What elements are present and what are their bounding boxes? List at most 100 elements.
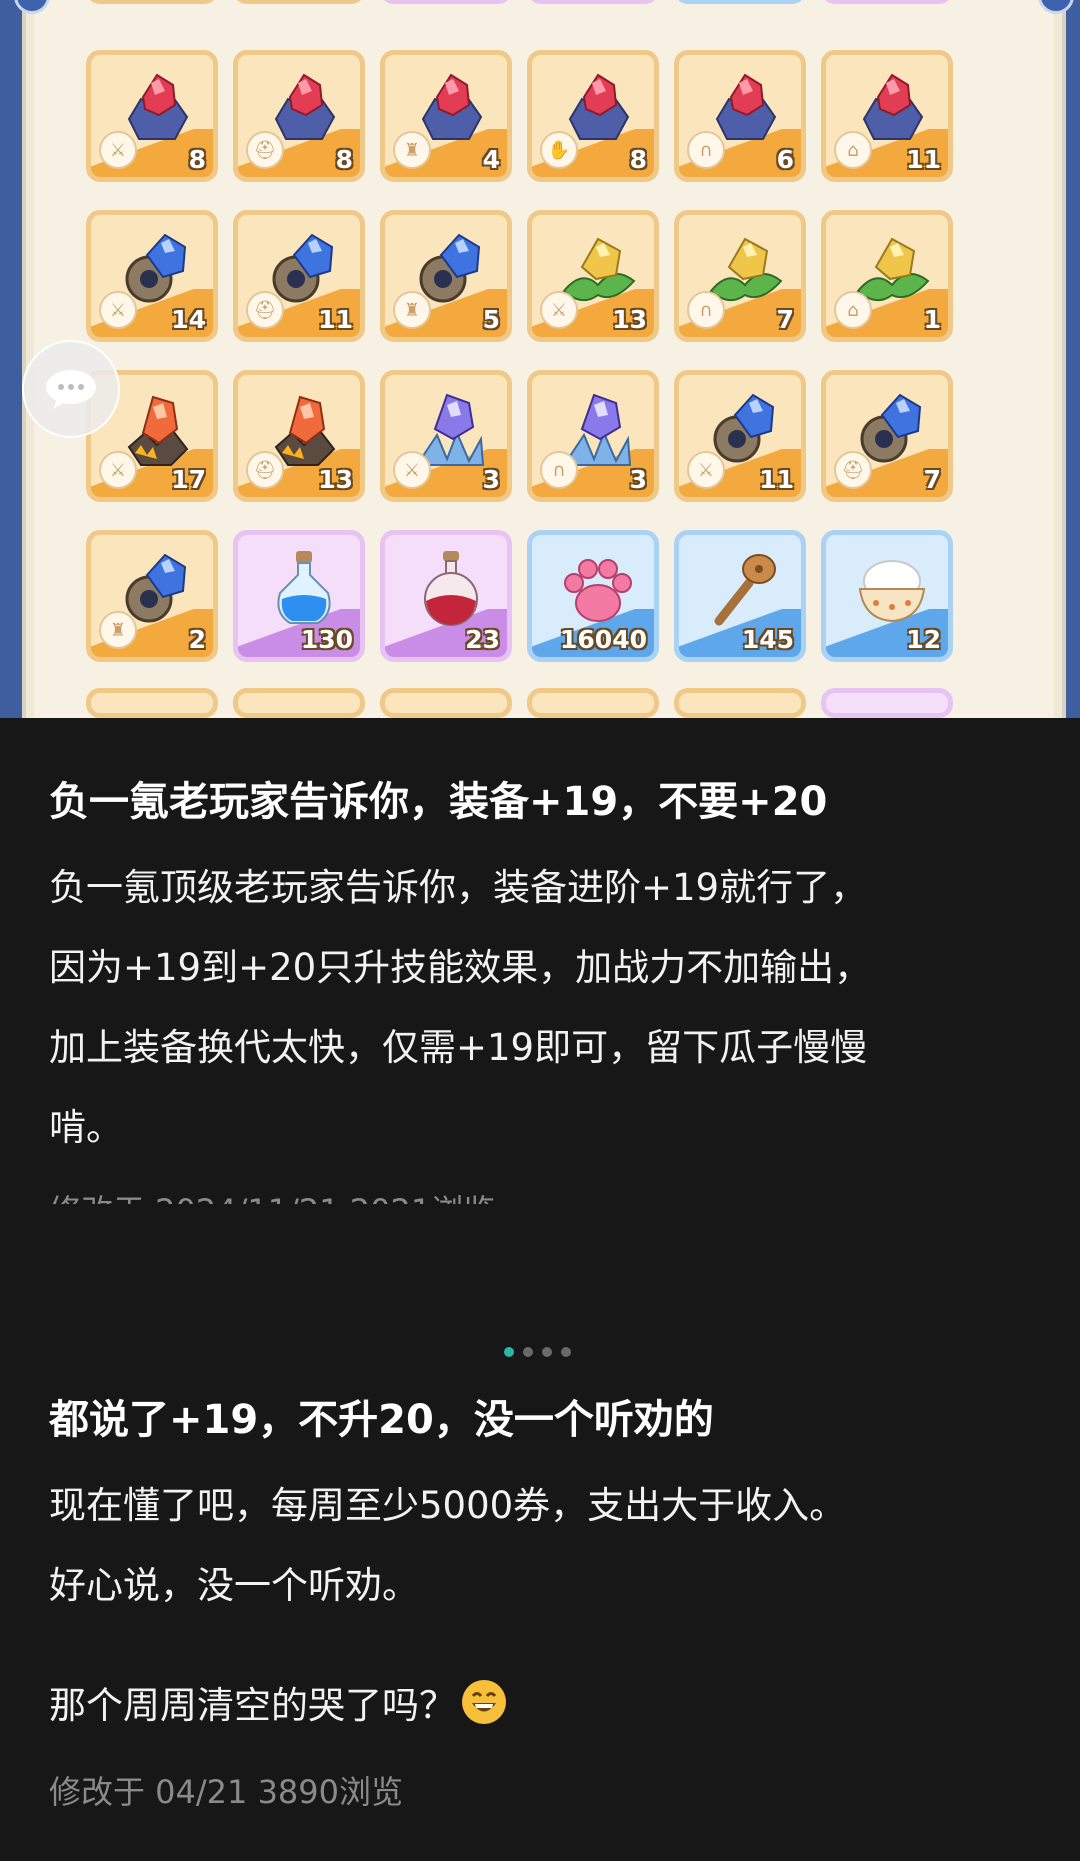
- wooden-spoon-icon: [705, 549, 785, 629]
- inventory-slot[interactable]: ⚔ 8: [86, 50, 218, 182]
- item-count: 13: [612, 305, 647, 334]
- inventory-slot-partial[interactable]: [233, 688, 365, 718]
- inventory-slot[interactable]: 130: [233, 530, 365, 662]
- inventory-slot-partial[interactable]: [674, 688, 806, 718]
- boots-type-icon: ⌂: [834, 131, 872, 169]
- inventory-slot[interactable]: ♜ 2: [86, 530, 218, 662]
- inventory-slot[interactable]: ⚔ 13: [527, 210, 659, 342]
- post-question: 那个周周清空的哭了吗？: [49, 1666, 1039, 1746]
- game-screenshot: ⚔ 8 ⛑ 8 ♜ 4 ✋ 8 ∩ 6 ⌂ 11 ⚔ 14 ⛑ 11 ♜ 5 ⚔ 13 ∩ 7 ⌂ 1 ⚔ 17 ⛑ 13 ⚔ 3 ∩ 3 ⚔ 1…: [0, 0, 1080, 718]
- item-count: 23: [465, 625, 500, 654]
- inventory-slot-partial[interactable]: [380, 0, 512, 4]
- item-count: 12: [906, 625, 941, 654]
- pink-paw-icon: [558, 549, 638, 629]
- grinning-face-emoji-icon: [462, 1680, 506, 1724]
- chat-bubble-button[interactable]: [22, 340, 120, 438]
- item-count: 130: [300, 625, 353, 654]
- item-count: 3: [629, 465, 647, 494]
- inventory-slot[interactable]: 23: [380, 530, 512, 662]
- inventory-slot-partial[interactable]: [527, 688, 659, 718]
- carousel-dot[interactable]: [523, 1347, 533, 1357]
- inventory-slot[interactable]: 16040: [527, 530, 659, 662]
- carousel-dot-active[interactable]: [504, 1347, 514, 1357]
- inventory-slot[interactable]: ∩ 6: [674, 50, 806, 182]
- inventory-slot[interactable]: ⚔ 14: [86, 210, 218, 342]
- post-meta: 修改于 2024/11/21 2021浏览: [49, 1188, 495, 1204]
- item-count: 7: [776, 305, 794, 334]
- item-count: 11: [318, 305, 353, 334]
- inventory-slot[interactable]: ⌂ 1: [821, 210, 953, 342]
- helmet-type-icon: ⛑: [834, 451, 872, 489]
- post-body: 现在懂了吧，每周至少5000券，支出大于收入。 好心说，没一个听劝。: [49, 1466, 1039, 1626]
- inventory-slot[interactable]: ⛑ 13: [233, 370, 365, 502]
- chat-icon: [46, 370, 96, 409]
- inventory-slot[interactable]: ⚔ 11: [674, 370, 806, 502]
- post-body-line: 好心说，没一个听劝。: [49, 1564, 419, 1607]
- item-count: 5: [482, 305, 500, 334]
- item-count: 1: [923, 305, 941, 334]
- red-potion-icon: [411, 549, 491, 629]
- inventory-slot[interactable]: ⌂ 11: [821, 50, 953, 182]
- helmet-type-icon: ⛑: [246, 291, 284, 329]
- item-count: 3: [482, 465, 500, 494]
- armor-type-icon: ♜: [393, 131, 431, 169]
- post-body-line: 负一氪顶级老玩家告诉你，装备进阶+19就行了，: [49, 866, 868, 909]
- pants-type-icon: ∩: [687, 131, 725, 169]
- post-title: 负一氪老玩家告诉你，装备+19，不要+20: [49, 779, 828, 825]
- inventory-slot-partial[interactable]: [233, 0, 365, 4]
- inventory-slot[interactable]: ✋ 8: [527, 50, 659, 182]
- carousel-indicator: [504, 1347, 571, 1357]
- pants-type-icon: ∩: [540, 451, 578, 489]
- inventory-slot[interactable]: ⚔ 3: [380, 370, 512, 502]
- rice-bowl-icon: [852, 549, 932, 629]
- inventory-slot[interactable]: ⛑ 7: [821, 370, 953, 502]
- inventory-slot[interactable]: 12: [821, 530, 953, 662]
- inventory-slot[interactable]: ∩ 7: [674, 210, 806, 342]
- item-count: 14: [171, 305, 206, 334]
- inventory-slot[interactable]: ⛑ 11: [233, 210, 365, 342]
- item-count: 6: [776, 145, 794, 174]
- inventory-slot-partial[interactable]: [86, 0, 218, 4]
- item-count: 11: [759, 465, 794, 494]
- inventory-slot-partial[interactable]: [380, 688, 512, 718]
- pants-type-icon: ∩: [687, 291, 725, 329]
- post-body-line: 啃。: [49, 1106, 123, 1149]
- inventory-slot[interactable]: ⛑ 8: [233, 50, 365, 182]
- post-body-line: 现在懂了吧，每周至少5000券，支出大于收入。: [49, 1484, 847, 1527]
- inventory-slot-partial[interactable]: [821, 0, 953, 4]
- sword-type-icon: ⚔: [687, 451, 725, 489]
- sword-type-icon: ⚔: [393, 451, 431, 489]
- item-count: 2: [188, 625, 206, 654]
- post-body-line: 因为+19到+20只升技能效果，加战力不加输出，: [49, 946, 872, 989]
- post-body-line: 加上装备换代太快，仅需+19即可，留下瓜子慢慢: [49, 1026, 868, 1069]
- armor-type-icon: ♜: [393, 291, 431, 329]
- inventory-slot-partial[interactable]: [86, 688, 218, 718]
- helmet-type-icon: ⛑: [246, 451, 284, 489]
- inventory-slot-partial[interactable]: [821, 688, 953, 718]
- item-count: 7: [923, 465, 941, 494]
- inventory-slot[interactable]: 145: [674, 530, 806, 662]
- item-count: 145: [741, 625, 794, 654]
- item-count: 4: [482, 145, 500, 174]
- inventory-slot[interactable]: ∩ 3: [527, 370, 659, 502]
- inventory-slot[interactable]: ♜ 5: [380, 210, 512, 342]
- armor-type-icon: ♜: [99, 611, 137, 649]
- inventory-slot-partial[interactable]: [527, 0, 659, 4]
- gloves-type-icon: ✋: [540, 131, 578, 169]
- sword-type-icon: ⚔: [99, 131, 137, 169]
- carousel-dot[interactable]: [542, 1347, 552, 1357]
- panel-corner-ornament-left: [14, 0, 50, 14]
- sword-type-icon: ⚔: [540, 291, 578, 329]
- sword-type-icon: ⚔: [99, 451, 137, 489]
- post-question-text: 那个周周清空的哭了吗？: [49, 1684, 456, 1727]
- carousel-dot[interactable]: [561, 1347, 571, 1357]
- item-count: 8: [335, 145, 353, 174]
- inventory-slot-partial[interactable]: [674, 0, 806, 4]
- panel-corner-ornament-right: [1038, 0, 1074, 14]
- item-count: 8: [188, 145, 206, 174]
- inventory-slot[interactable]: ♜ 4: [380, 50, 512, 182]
- item-count: 16040: [560, 625, 647, 654]
- boots-type-icon: ⌂: [834, 291, 872, 329]
- item-count: 17: [171, 465, 206, 494]
- post-title: 都说了+19，不升20，没一个听劝的: [49, 1397, 714, 1443]
